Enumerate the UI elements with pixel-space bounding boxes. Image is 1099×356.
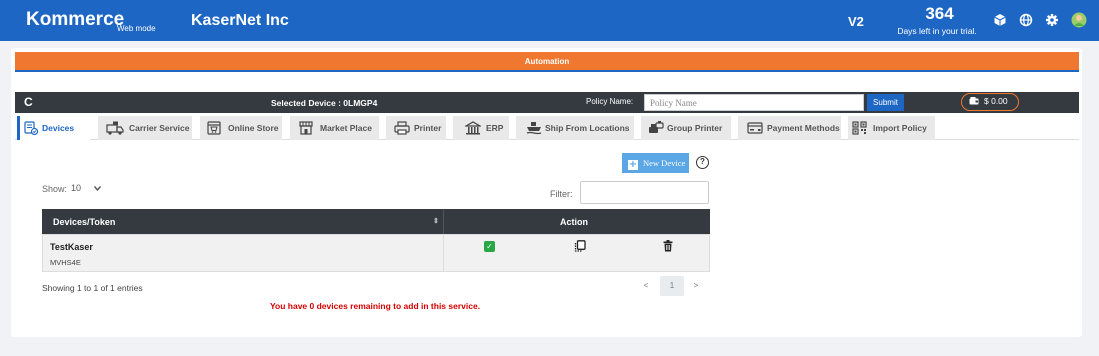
tab-erp[interactable]: ERP (453, 116, 509, 140)
column-header-action: Action (560, 217, 588, 227)
trial-text: Days left in your trial. (897, 26, 977, 36)
header-divider (443, 209, 444, 234)
device-bar: C Selected Device : 0LMGP4 Policy Name: … (15, 92, 1079, 113)
copy-icon[interactable] (574, 240, 586, 252)
tab-label: Carrier Service (129, 123, 190, 133)
tab-devices[interactable]: Devices (17, 116, 90, 140)
top-navbar: Kommerce Web mode KaserNet Inc V2 364 Da… (0, 0, 1099, 41)
gear-icon[interactable] (1045, 13, 1059, 27)
company-name: KaserNet Inc (191, 12, 289, 29)
tab-label: Ship From Locations (545, 123, 630, 133)
policy-name-label: Policy Name: (586, 97, 634, 106)
service-tabs: Devices Carrier Service Online Store Mar… (15, 114, 1079, 140)
trial-days: 364 (925, 4, 954, 23)
erp-icon (465, 121, 481, 135)
column-header-devices[interactable]: Devices/Token (53, 217, 115, 227)
tab-printer[interactable]: Printer (386, 116, 446, 140)
show-label: Show: (42, 184, 68, 194)
truck-icon (106, 121, 124, 135)
tab-ship-from-locations[interactable]: Ship From Locations (516, 116, 634, 140)
tab-label: Import Policy (873, 123, 927, 133)
filter-input[interactable] (580, 181, 709, 204)
tab-market-place[interactable]: Market Place (290, 116, 379, 140)
tab-label: Payment Methods (767, 123, 840, 133)
new-device-button[interactable]: + New Device (622, 153, 689, 173)
pagination-current[interactable]: 1 (660, 276, 684, 296)
tab-label: Printer (414, 123, 442, 133)
ship-icon (526, 122, 542, 135)
tab-label: ERP (486, 123, 504, 133)
cell-divider (443, 235, 444, 271)
wallet-icon (969, 97, 979, 105)
pagination-prev[interactable]: < (639, 276, 653, 296)
table-row: TestKaser MVHS4E ✓ (42, 234, 710, 272)
device-token: MVHS4E (50, 258, 81, 267)
page-size-select[interactable]: 10 (68, 181, 103, 196)
store-icon (207, 121, 221, 135)
help-icon[interactable]: ? (696, 156, 709, 169)
new-device-label: New Device (643, 158, 686, 168)
cube-icon[interactable] (993, 13, 1007, 27)
page-size-value: 10 (71, 183, 82, 193)
pagination-next[interactable]: > (689, 276, 703, 296)
check-icon[interactable]: ✓ (484, 241, 495, 252)
policy-name-input[interactable] (644, 94, 864, 111)
tab-label: Market Place (320, 123, 372, 133)
import-icon (852, 121, 867, 135)
table-header: Devices/Token ⇕ Action (42, 209, 710, 234)
selected-device: Selected Device : 0LMGP4 (271, 98, 378, 108)
tab-label: Devices (42, 123, 75, 133)
brand-logo[interactable]: Kommerce (26, 9, 124, 31)
device-name: TestKaser (50, 242, 93, 252)
tab-label: Online Store (228, 123, 279, 133)
balance-value: $ 0.00 (984, 96, 1008, 106)
tab-label: Group Printer (667, 123, 723, 133)
plus-icon: + (628, 159, 638, 170)
tab-import-policy[interactable]: Import Policy (848, 116, 935, 140)
payment-icon (747, 122, 763, 134)
entries-info: Showing 1 to 1 of 1 entries (42, 283, 143, 293)
version-label: V2 (848, 14, 864, 29)
group-printer-icon (649, 121, 664, 133)
devices-remaining-warning: You have 0 devices remaining to add in t… (270, 301, 481, 311)
market-icon (299, 121, 313, 135)
tab-online-store[interactable]: Online Store (200, 116, 282, 140)
automation-banner: Automation (15, 52, 1079, 72)
globe-icon[interactable] (1019, 13, 1033, 27)
user-avatar-icon[interactable] (1071, 12, 1087, 28)
printer-icon (394, 121, 410, 135)
tab-carrier-service[interactable]: Carrier Service (98, 116, 192, 140)
tab-group-printer[interactable]: Group Printer (641, 116, 731, 140)
wallet-balance[interactable]: $ 0.00 (961, 93, 1019, 111)
trash-icon[interactable] (663, 240, 673, 252)
chevron-down-icon (94, 186, 101, 191)
filter-label: Filter: (550, 189, 573, 199)
mode-label: Web mode (117, 24, 156, 33)
devices-icon (24, 121, 38, 135)
submit-button[interactable]: Submit (867, 94, 904, 111)
sort-icon[interactable]: ⇕ (433, 217, 439, 225)
refresh-icon[interactable]: C (24, 95, 33, 109)
tab-payment-methods[interactable]: Payment Methods (738, 116, 841, 140)
